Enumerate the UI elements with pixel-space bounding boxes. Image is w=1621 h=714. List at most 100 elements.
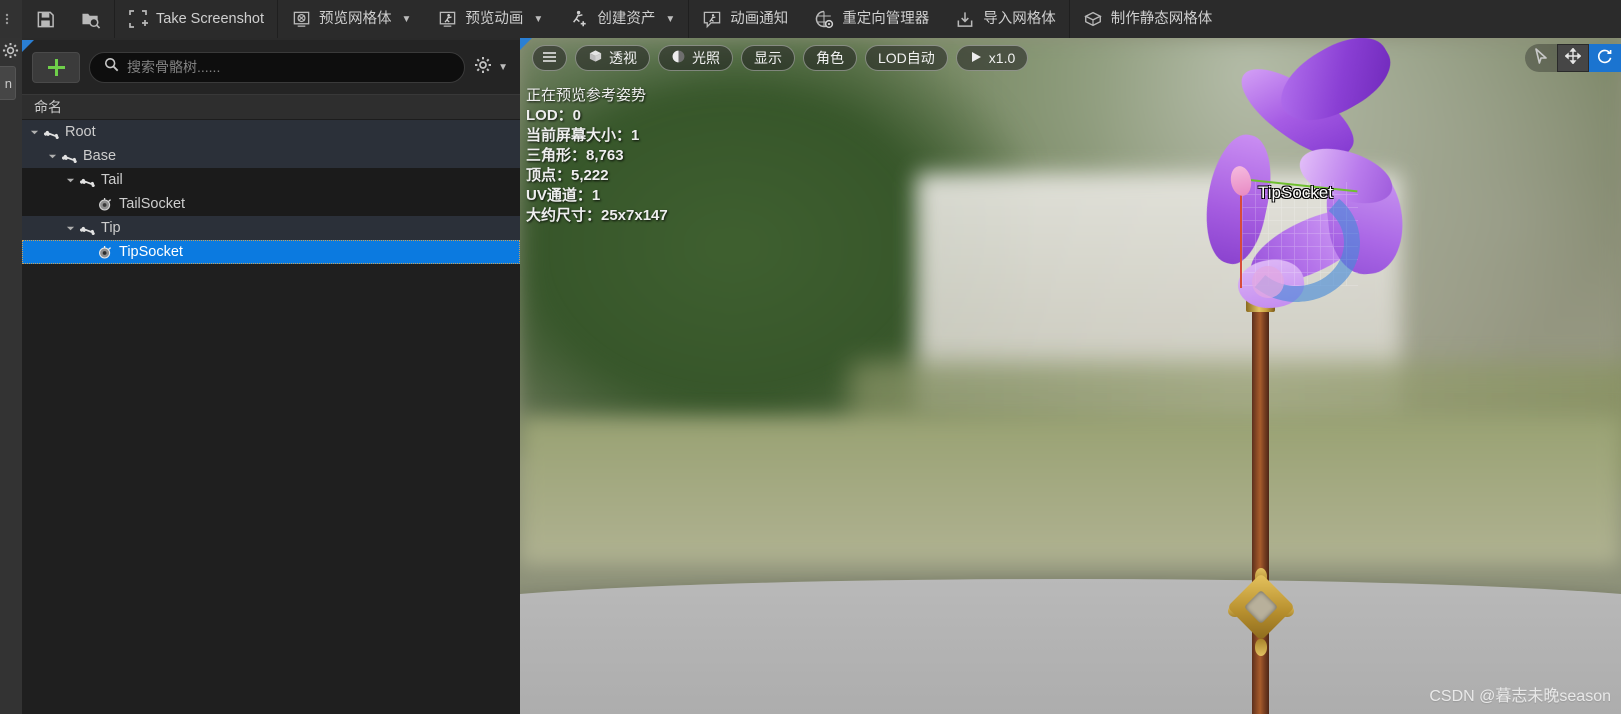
add-socket-button[interactable] <box>32 51 80 83</box>
make-static-mesh-label: 制作静态网格体 <box>1110 10 1213 27</box>
preview-animation-button[interactable]: 预览动画 ▼ <box>424 0 556 38</box>
search-input[interactable] <box>127 59 451 75</box>
gizmo-center-handle[interactable] <box>1252 266 1284 298</box>
unreal-skeleton-editor-window: Take Screenshot 预览网格体 ▼ 预览动画 ▼ 创建资产 ▼ 动画… <box>0 0 1621 714</box>
move-gizmo-icon <box>1564 47 1582 69</box>
make-static-mesh-button[interactable]: 制作静态网格体 <box>1070 0 1226 38</box>
socket-transform-gizmo[interactable]: TipSocket <box>1228 164 1370 308</box>
hamburger-icon <box>542 50 557 66</box>
take-screenshot-button[interactable]: Take Screenshot <box>115 0 277 38</box>
character-button[interactable]: 角色 <box>803 45 857 71</box>
toolbar-left-stub <box>0 0 22 38</box>
save-icon <box>35 9 55 29</box>
preview-mesh-label: 预览网格体 <box>319 10 392 27</box>
lod-button[interactable]: LOD自动 <box>865 45 948 71</box>
chevron-down-icon: ▼ <box>665 13 676 25</box>
tree-item-label: Base <box>83 148 117 164</box>
twisty-placeholder <box>82 198 95 211</box>
chevron-down-icon: ▼ <box>533 13 544 25</box>
select-tool-button[interactable] <box>1525 44 1557 72</box>
search-skeleton-tree[interactable] <box>89 51 466 83</box>
cube-icon <box>588 49 603 67</box>
skeletal-mesh-staff <box>1188 38 1438 714</box>
anim-notify-label: 动画通知 <box>730 10 789 27</box>
import-mesh-button[interactable]: 导入网格体 <box>942 0 1069 38</box>
tree-column-header: 命名 <box>22 94 520 120</box>
viewport-menu-button[interactable] <box>532 45 567 71</box>
gear-icon[interactable] <box>2 42 20 60</box>
view-mode-lit-button[interactable]: 光照 <box>658 45 733 71</box>
folder-search-icon <box>81 9 101 29</box>
browse-asset-button[interactable] <box>68 0 114 38</box>
tree-row-base[interactable]: Base <box>22 144 520 168</box>
tree-item-label: Tip <box>101 220 121 236</box>
show-flags-button[interactable]: 显示 <box>741 45 795 71</box>
play-icon <box>969 50 983 67</box>
expand-twisty-icon[interactable] <box>64 222 77 235</box>
viewport-transform-tools <box>1525 44 1621 72</box>
retarget-icon <box>814 9 834 29</box>
playback-speed-button[interactable]: x1.0 <box>955 45 1029 71</box>
menu-dots-icon <box>5 13 9 25</box>
notify-bubble-icon <box>702 9 722 29</box>
vertical-dock-tab[interactable]: n <box>0 66 16 100</box>
socket-name-label: TipSocket <box>1258 183 1333 202</box>
move-tool-button[interactable] <box>1557 44 1589 72</box>
socket-icon <box>95 244 115 260</box>
animation-icon <box>437 9 457 29</box>
preview-animation-label: 预览动画 <box>465 10 524 27</box>
toolbar-group-preview: 预览网格体 ▼ 预览动画 ▼ 创建资产 ▼ <box>278 0 688 38</box>
create-asset-button[interactable]: 创建资产 ▼ <box>556 0 688 38</box>
take-screenshot-label: Take Screenshot <box>156 10 265 27</box>
viewport-active-marker <box>520 38 532 50</box>
toolbar-group-file <box>22 0 114 38</box>
panel-active-marker <box>22 40 34 52</box>
bone-icon <box>77 172 97 188</box>
staff-ornament <box>1226 567 1296 659</box>
preview-viewport[interactable]: TipSocket 透视 光照 显示 角色 LOD自动 x1.0 正在预览参考姿… <box>520 38 1621 714</box>
chevron-down-icon: ▼ <box>401 13 412 25</box>
background-lawn <box>520 416 1621 566</box>
view-mode-lit-label: 光照 <box>692 50 720 66</box>
tree-row-tipsocket[interactable]: TipSocket <box>22 240 520 264</box>
bone-icon <box>41 124 61 140</box>
show-flags-label: 显示 <box>754 50 782 66</box>
tree-item-label: TailSocket <box>119 196 186 212</box>
tree-item-label: Root <box>65 124 96 140</box>
skeleton-panel-toolbar: ▼ <box>22 40 520 94</box>
create-asset-label: 创建资产 <box>597 10 656 27</box>
expand-twisty-icon[interactable] <box>28 126 41 139</box>
tree-row-root[interactable]: Root <box>22 120 520 144</box>
viewport-toolbar: 透视 光照 显示 角色 LOD自动 x1.0 <box>520 38 1621 78</box>
cursor-arrow-icon <box>1534 47 1548 69</box>
preview-mesh-button[interactable]: 预览网格体 ▼ <box>278 0 424 38</box>
expand-twisty-icon[interactable] <box>64 174 77 187</box>
search-icon <box>104 57 119 77</box>
retarget-manager-button[interactable]: 重定向管理器 <box>801 0 942 38</box>
viewport-floor-plane <box>520 578 1621 714</box>
character-label: 角色 <box>816 50 844 66</box>
static-mesh-icon <box>1083 9 1103 29</box>
toolbar-group-static: 制作静态网格体 <box>1070 0 1226 38</box>
tree-row-tip[interactable]: Tip <box>22 216 520 240</box>
anim-notify-button[interactable]: 动画通知 <box>689 0 801 38</box>
import-icon <box>955 9 975 29</box>
main-toolbar: Take Screenshot 预览网格体 ▼ 预览动画 ▼ 创建资产 ▼ 动画… <box>0 0 1621 38</box>
rotate-tool-button[interactable] <box>1589 44 1621 72</box>
expand-twisty-icon[interactable] <box>46 150 59 163</box>
ornament-diamond <box>1227 573 1295 641</box>
save-button[interactable] <box>22 0 68 38</box>
mesh-icon <box>291 9 311 29</box>
tree-row-tailsocket[interactable]: TailSocket <box>22 192 520 216</box>
skeleton-tree[interactable]: Root Base Tail TailSocket Tip TipSocket <box>22 120 520 714</box>
bone-icon <box>77 220 97 236</box>
tree-row-tail[interactable]: Tail <box>22 168 520 192</box>
view-mode-perspective-label: 透视 <box>609 50 637 66</box>
chevron-down-icon: ▼ <box>498 61 508 73</box>
skeleton-settings-button[interactable]: ▼ <box>474 56 508 79</box>
view-mode-perspective-button[interactable]: 透视 <box>575 45 650 71</box>
skeleton-tree-panel: ▼ 命名 <box>22 38 520 714</box>
retarget-manager-label: 重定向管理器 <box>842 10 930 27</box>
twisty-placeholder <box>82 246 95 259</box>
create-asset-icon <box>569 9 589 29</box>
